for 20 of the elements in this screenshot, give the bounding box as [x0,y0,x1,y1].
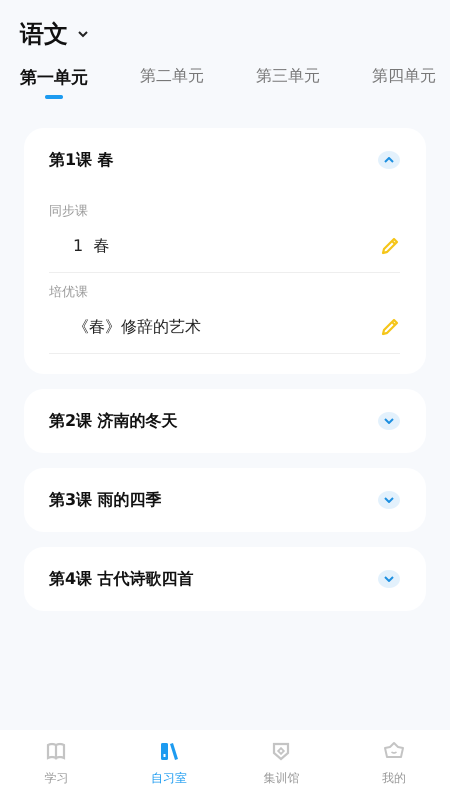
lesson-item[interactable]: 《春》修辞的艺术 [73,316,201,338]
toggle-icon[interactable] [378,412,400,430]
lesson-title[interactable]: 第2课 济南的冬天 [49,410,178,432]
toggle-icon[interactable] [378,491,400,509]
tab-indicator [45,95,63,99]
unit-tab[interactable]: 第一单元 [20,66,88,89]
unit-tab[interactable]: 第二单元 [140,66,204,87]
subject-title[interactable]: 语文 [20,18,68,50]
caret-icon[interactable] [78,30,88,38]
unit-tab[interactable]: 第四单元 [372,66,436,87]
toggle-icon[interactable] [378,570,400,588]
toggle-icon[interactable] [378,151,400,169]
book-icon [45,740,68,762]
section-label: 同步课 [49,203,89,220]
lesson-title[interactable]: 第1课 春 [49,150,114,170]
lesson-title[interactable]: 第3课 雨的四季 [49,490,162,510]
lesson-title[interactable]: 第4课 古代诗歌四首 [49,568,194,590]
section-label: 培优课 [49,284,89,301]
lesson-item[interactable]: 1 春 [73,236,110,256]
unit-tab[interactable]: 第三单元 [256,66,320,87]
